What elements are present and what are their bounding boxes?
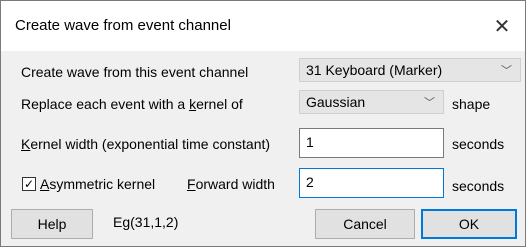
kernel-width-unit: seconds	[452, 136, 505, 152]
ok-button[interactable]: OK	[421, 209, 517, 239]
asymmetric-checkbox[interactable]: ✓	[22, 177, 36, 191]
expression-text: Eg(31,1,2)	[113, 214, 179, 230]
dialog-title: Create wave from event channel	[15, 17, 231, 34]
checkmark-icon: ✓	[23, 177, 35, 191]
channel-select-value: 31 Keyboard (Marker)	[306, 62, 443, 78]
kernel-shape-label: Replace each event with a kernel of	[21, 96, 243, 112]
chevron-down-icon: ﹀	[424, 97, 435, 109]
help-button[interactable]: Help	[11, 209, 93, 239]
kernel-shape-unit: shape	[452, 96, 491, 112]
kernel-width-label: Kernel width (exponential time constant)	[21, 136, 271, 152]
forward-width-input[interactable]: 2	[299, 168, 444, 198]
kernel-width-input[interactable]: 1	[299, 128, 444, 158]
asymmetric-label[interactable]: Asymmetric kernel	[40, 176, 155, 192]
channel-select[interactable]: 31 Keyboard (Marker) ﹀	[299, 58, 521, 82]
kernel-shape-value: Gaussian	[306, 94, 366, 110]
forward-width-unit: seconds	[452, 178, 505, 194]
close-icon: ✕	[493, 15, 511, 38]
forward-width-label: Forward width	[187, 176, 275, 192]
cancel-button[interactable]: Cancel	[315, 209, 415, 239]
chevron-down-icon: ﹀	[501, 65, 512, 77]
close-button[interactable]: ✕	[479, 1, 525, 51]
dialog: Create wave from event channel ✕ Create …	[0, 0, 526, 247]
channel-label: Create wave from this event channel	[21, 64, 249, 80]
kernel-shape-select[interactable]: Gaussian ﹀	[299, 90, 444, 114]
title-bar: Create wave from event channel ✕	[1, 1, 525, 51]
